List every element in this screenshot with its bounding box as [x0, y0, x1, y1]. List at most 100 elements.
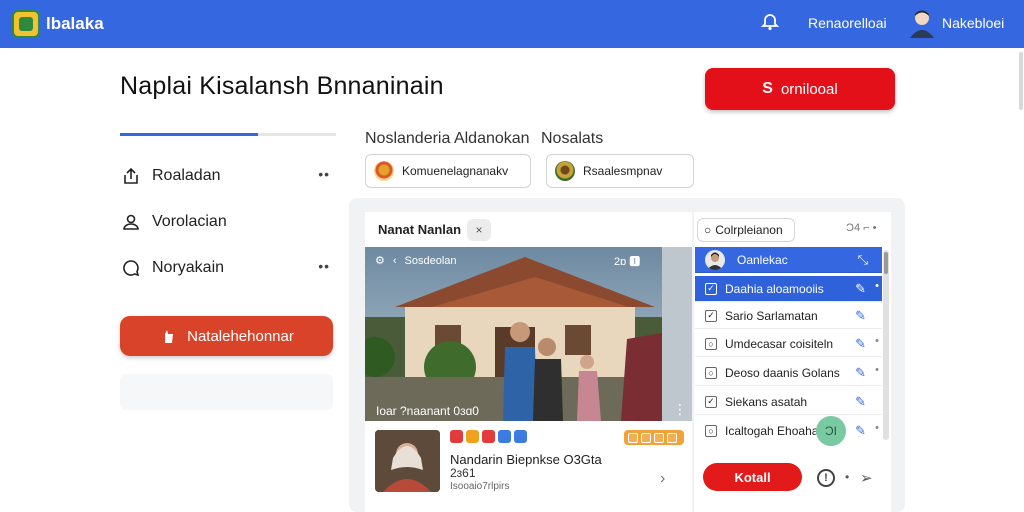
more-icon[interactable]: •	[875, 280, 879, 292]
edit-icon[interactable]: ✎	[855, 336, 866, 352]
row-label: Sario Sarlamatan	[725, 308, 818, 323]
row-label: Deoso daanis Golans	[725, 365, 840, 380]
row-label: Umdecasar coisiteln	[725, 336, 834, 351]
row-label: Siekans asatah	[725, 394, 808, 409]
checkbox[interactable]: ○	[705, 337, 717, 350]
filter-select-2-value: Rsaalesmpnav	[583, 164, 663, 178]
list-item-meta: Isooaio7rlpirs	[450, 481, 510, 492]
edit-icon[interactable]: ✎	[855, 423, 866, 439]
panel-tools[interactable]: Ɔ4 ⌐ •	[846, 222, 876, 234]
sidebar-item-1[interactable]: Roaladan ••	[120, 162, 336, 190]
table-row[interactable]: ✓ Siekans asatah ✎	[695, 389, 882, 415]
video-top-controls[interactable]: ⚙ ‹ Sosdeolan	[375, 254, 457, 268]
expand-icon[interactable]: ⤡	[858, 252, 868, 268]
filter-label-1: Noslanderia Aldanokan	[365, 130, 530, 147]
floating-action-button[interactable]: ƆI	[816, 416, 846, 446]
sidebar-item-label: Roaladan	[152, 167, 221, 184]
info-icon[interactable]: !	[817, 469, 835, 487]
dot-icon: •	[845, 470, 850, 484]
badge-icon	[482, 430, 495, 443]
table-row[interactable]: ○ Deoso daanis Golans ✎ •	[695, 360, 882, 386]
app-logo-icon[interactable]	[12, 10, 40, 38]
more-icon[interactable]: ••	[318, 166, 330, 182]
video-frame-image	[365, 247, 662, 421]
scrollbar-thumb[interactable]	[884, 252, 888, 274]
checkbox[interactable]: ✓	[705, 395, 717, 408]
chat-icon	[120, 257, 142, 279]
sidebar-item-label: Vorolacian	[152, 213, 227, 230]
sidebar-action-label: Natalehehonnar	[187, 327, 294, 345]
search-icon: ○	[704, 223, 712, 237]
sidebar-item-3[interactable]: Noryakain ••	[120, 254, 336, 282]
video-quality-label[interactable]: 2ɒ 🅸	[614, 253, 640, 269]
sidebar-progress-bar	[120, 133, 336, 136]
page-title: Naplai Kisalansh Bnnaninain	[120, 72, 444, 100]
notification-icon[interactable]	[760, 12, 780, 32]
back-icon[interactable]: ‹	[393, 255, 397, 267]
list-header-row[interactable]: Oanlekac ⤡	[695, 247, 882, 273]
sidebar-action-button[interactable]: Natalehehonnar	[120, 316, 333, 356]
more-icon[interactable]: •	[875, 422, 879, 434]
brand-name[interactable]: lbalaka	[46, 14, 104, 34]
more-vertical-icon[interactable]: ⋮	[673, 401, 687, 418]
more-icon[interactable]: •	[875, 364, 879, 376]
table-row[interactable]: ○ Icaltogah Ehoahar ✎ •	[695, 418, 882, 444]
primary-action-button[interactable]: S ornilooal	[705, 68, 895, 110]
upload-icon	[120, 165, 142, 187]
more-icon[interactable]: •	[875, 335, 879, 347]
video-side-strip	[662, 247, 692, 421]
user-avatar-icon[interactable]	[908, 8, 936, 38]
primary-button-icon: S	[762, 80, 773, 97]
close-icon[interactable]: ×	[467, 219, 491, 241]
checkbox[interactable]: ✓	[705, 309, 717, 322]
badge-icon	[466, 430, 479, 443]
table-row[interactable]: ✓ Daahia aloamooiis ✎ •	[695, 276, 882, 302]
chevron-right-icon[interactable]: ›	[660, 470, 665, 488]
list-item-badges	[450, 430, 527, 443]
filter-select-2[interactable]: Rsaalesmpnav	[546, 154, 694, 188]
checkbox[interactable]: ○	[705, 425, 717, 437]
edit-icon[interactable]: ✎	[855, 394, 866, 410]
user-icon	[120, 211, 142, 233]
badge-icon	[450, 430, 463, 443]
badge-icon	[498, 430, 511, 443]
top-navigation-bar: lbalaka Renaorelloai Nakebloei	[0, 0, 1024, 48]
edit-icon[interactable]: ✎	[855, 365, 866, 381]
edit-icon[interactable]: ✎	[855, 281, 866, 297]
list-item-tag[interactable]	[624, 430, 684, 445]
scrollbar[interactable]	[883, 250, 889, 440]
filter-select-1-value: Komuenelagnanakv	[402, 164, 509, 178]
filter-label-2: Nosalats	[541, 130, 604, 147]
checkbox[interactable]: ○	[705, 366, 717, 379]
video-player[interactable]	[365, 247, 662, 421]
list-header-label: Oanlekac	[737, 252, 788, 267]
video-caption: Ioar ?naanant 0ɜɑ0	[376, 404, 479, 418]
search-input[interactable]: ○ Colrpleianon	[697, 218, 795, 242]
settings-icon[interactable]: ⚙	[375, 254, 385, 267]
send-icon[interactable]: ➢	[860, 469, 873, 487]
panel-action-button[interactable]: Kotall	[703, 463, 802, 491]
search-input-value: Colrpleianon	[715, 223, 783, 237]
list-item-subtitle: 2ɜ61	[450, 466, 476, 480]
media-card-title: Nanat Nanlan	[378, 222, 462, 237]
table-row[interactable]: ○ Umdecasar coisiteln ✎ •	[695, 331, 882, 357]
emblem-icon	[555, 161, 575, 181]
video-title: Sosdeolan	[404, 254, 457, 267]
edit-icon[interactable]: ✎	[855, 308, 866, 324]
sidebar-item-2[interactable]: Vorolacian	[120, 208, 336, 236]
page-scrollbar[interactable]	[1019, 52, 1023, 110]
user-name[interactable]: Nakebloei	[942, 15, 1004, 31]
primary-button-label: ornilooal	[780, 80, 838, 98]
row-label: Icaltogah Ehoahar	[725, 424, 823, 438]
filter-select-1[interactable]: Komuenelagnanakv	[365, 154, 531, 188]
more-icon[interactable]: ••	[318, 258, 330, 274]
top-nav-link[interactable]: Renaorelloai	[808, 15, 887, 31]
sidebar-item-label: Noryakain	[152, 259, 225, 276]
checkbox[interactable]: ✓	[705, 282, 717, 295]
list-item-title[interactable]: Nandarin Biepnkse O3Gta	[450, 452, 602, 467]
sidebar-progress-fill	[120, 133, 259, 136]
table-row[interactable]: ✓ Sario Sarlamatan ✎	[695, 303, 882, 329]
avatar	[705, 249, 725, 270]
hand-icon	[165, 330, 174, 343]
list-item-thumbnail[interactable]	[375, 430, 440, 492]
